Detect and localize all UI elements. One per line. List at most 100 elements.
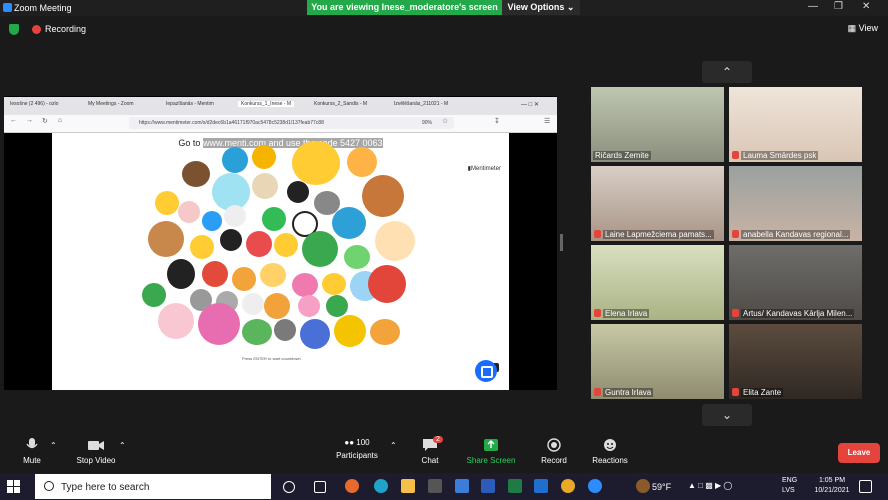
weather-icon[interactable]	[636, 479, 650, 493]
firefox-icon[interactable]	[345, 479, 359, 493]
restore-icon[interactable]: ❐	[834, 1, 843, 12]
back-icon[interactable]: ←	[10, 117, 17, 124]
participants-options-chevron-icon[interactable]: ⌃	[390, 441, 397, 450]
weather-temperature[interactable]: 59°F	[652, 482, 671, 492]
emoji-icon	[232, 267, 256, 291]
browser-tab[interactable]: Konkurss_2_Sandis - M	[314, 101, 367, 107]
store-icon[interactable]	[428, 479, 442, 493]
browser-tab[interactable]: My Meetings - Zoom	[88, 101, 134, 107]
mail-icon[interactable]	[455, 479, 469, 493]
emoji-icon	[148, 221, 184, 257]
video-camera-icon	[88, 441, 104, 450]
outlook-icon[interactable]	[534, 479, 548, 493]
zoom-app-icon	[3, 3, 12, 12]
participant-name: Artus/ Kandavas Kārlja Milen...	[741, 309, 855, 318]
emoji-icon	[375, 221, 415, 261]
browser-tab-strip: Iesošne (2 496) - ozlo My Meetings - Zoo…	[4, 97, 557, 115]
video-options-chevron-icon[interactable]: ⌃	[119, 441, 126, 450]
taskbar-search-input[interactable]: Type here to search	[35, 474, 271, 499]
emoji-icon	[242, 293, 264, 315]
word-icon[interactable]	[481, 479, 495, 493]
gallery-up-chevron-icon[interactable]: ⌃	[702, 61, 752, 83]
emoji-icon	[274, 233, 298, 257]
close-icon[interactable]: ✕	[862, 1, 870, 12]
excel-icon[interactable]	[508, 479, 522, 493]
minimize-icon[interactable]: —	[808, 1, 818, 12]
emoji-icon	[292, 273, 318, 297]
chat-label: Chat	[421, 456, 439, 465]
share-screen-button[interactable]: Share Screen	[464, 438, 518, 465]
emoji-icon	[220, 229, 242, 251]
zoom-level[interactable]: 90%	[422, 117, 432, 129]
zoom-taskbar-icon[interactable]	[588, 479, 602, 493]
download-icon[interactable]: ↧	[494, 117, 500, 125]
browser-tab[interactable]: Izvēlēšanās_211021 - M	[394, 101, 448, 107]
emoji-icon	[370, 319, 400, 345]
gallery-down-chevron-icon[interactable]: ⌄	[702, 404, 752, 426]
emoji-icon	[322, 273, 346, 295]
emoji-icon	[344, 245, 370, 269]
participant-name: Guntra Irlava	[603, 388, 654, 397]
mute-button[interactable]: Mute	[18, 438, 46, 465]
task-view-icon[interactable]	[314, 481, 326, 493]
participants-button[interactable]: ●● 100 Participants	[332, 438, 382, 460]
share-screen-label: Share Screen	[466, 456, 516, 465]
participant-name: Elita Zante	[741, 388, 784, 397]
chrome-icon[interactable]	[561, 479, 575, 493]
emoji-icon	[347, 147, 377, 177]
edge-icon[interactable]	[374, 479, 388, 493]
security-shield-icon[interactable]	[9, 24, 19, 35]
share-screen-icon	[484, 439, 498, 451]
browser-tab[interactable]: Iepazīšanās - Mentim	[166, 101, 214, 107]
leave-button[interactable]: Leave	[838, 443, 880, 463]
recording-icon[interactable]	[32, 25, 41, 34]
emoji-icon	[300, 319, 330, 349]
cortana-icon[interactable]	[283, 481, 295, 493]
emoji-icon	[302, 231, 338, 267]
home-icon[interactable]: ⌂	[58, 117, 62, 124]
view-button[interactable]: ▦ View	[848, 23, 878, 34]
tray-icons[interactable]: ▲ □ ▩ ▶ ◯	[688, 481, 732, 491]
search-icon	[44, 481, 54, 491]
view-label: View	[858, 23, 878, 33]
minimize-icon[interactable]: — □ ✕	[521, 101, 539, 108]
stop-video-button[interactable]: Stop Video	[72, 438, 120, 465]
muted-mic-icon	[732, 230, 739, 238]
browser-tab-active[interactable]: Konkurss_1_Inese - M	[238, 101, 295, 107]
participant-tile[interactable]: Ričards Zemite	[591, 87, 724, 162]
participant-tile[interactable]: Artus/ Kandavas Kārlja Milen...	[729, 245, 862, 320]
participant-name: Ričards Zemite	[593, 151, 651, 160]
chat-help-icon[interactable]	[475, 360, 497, 382]
clock[interactable]: 1:05 PM 10/21/2021	[812, 476, 852, 496]
input-language[interactable]: ENG LVS	[782, 476, 797, 496]
record-button[interactable]: Record	[538, 438, 570, 465]
notification-icon[interactable]	[859, 480, 872, 493]
reload-icon[interactable]: ↻	[42, 117, 48, 125]
record-label: Record	[541, 456, 567, 465]
participant-tile[interactable]: Lauma Smārdes psk	[729, 87, 862, 162]
reactions-button[interactable]: Reactions	[588, 438, 632, 465]
participant-tile[interactable]: Elena Irlava	[591, 245, 724, 320]
emoji-icon	[332, 207, 366, 239]
menu-icon[interactable]: ☰	[544, 117, 550, 125]
url-field[interactable]: https://www.mentimeter.com/s/d2dec6b1a46…	[129, 117, 454, 129]
star-icon[interactable]: ☆	[442, 117, 448, 125]
mute-options-chevron-icon[interactable]: ⌃	[50, 441, 57, 450]
participant-tile[interactable]: Elita Zante	[729, 324, 862, 399]
emoji-icon	[202, 211, 222, 231]
forward-icon[interactable]: →	[26, 117, 33, 124]
stop-video-label: Stop Video	[76, 456, 116, 465]
browser-tab[interactable]: Iesošne (2 496) - ozlo	[10, 101, 58, 107]
windows-start-icon[interactable]	[7, 480, 20, 493]
emoji-icon	[242, 319, 272, 345]
participant-tile[interactable]: Guntra Irlava	[591, 324, 724, 399]
emoji-icon	[260, 263, 286, 287]
split-divider-handle[interactable]	[560, 234, 563, 251]
participant-name: anabella Kandavas regional...	[741, 230, 851, 239]
participant-tile[interactable]: anabella Kandavas regional...	[729, 166, 862, 241]
participant-tile[interactable]: Laine Lapmežciema pamats...	[591, 166, 724, 241]
countdown-hint: Press ENTER to start countdown	[242, 356, 301, 361]
view-options-button[interactable]: View Options ⌄	[502, 0, 580, 15]
emoji-icon	[202, 261, 228, 287]
file-explorer-icon[interactable]	[401, 479, 415, 493]
